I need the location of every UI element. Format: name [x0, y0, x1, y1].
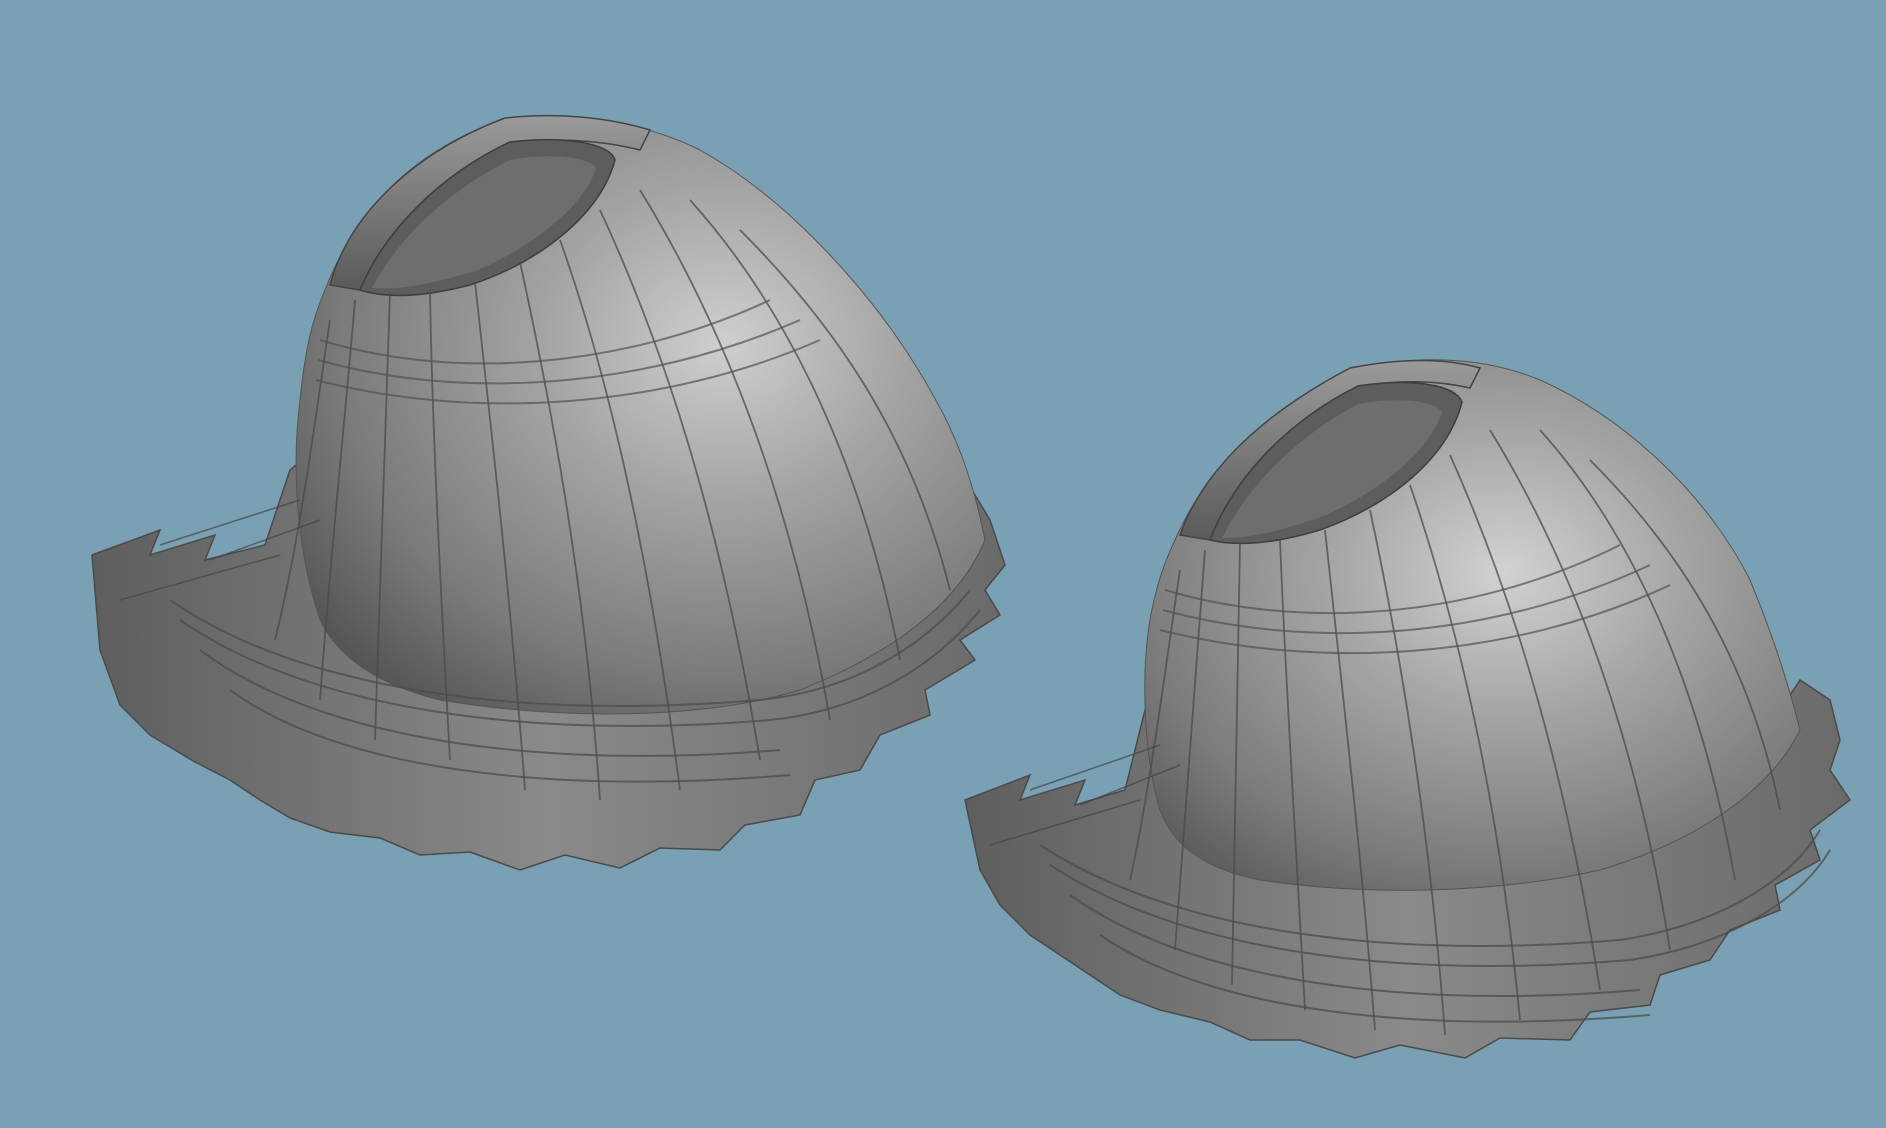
viewport-canvas[interactable]: [0, 0, 1886, 1128]
3d-viewport[interactable]: [0, 0, 1886, 1128]
skirt-right-dome: [1144, 359, 1801, 891]
skirt-mesh-left[interactable]: [91, 114, 1006, 871]
skirt-mesh-right[interactable]: [964, 359, 1852, 1059]
